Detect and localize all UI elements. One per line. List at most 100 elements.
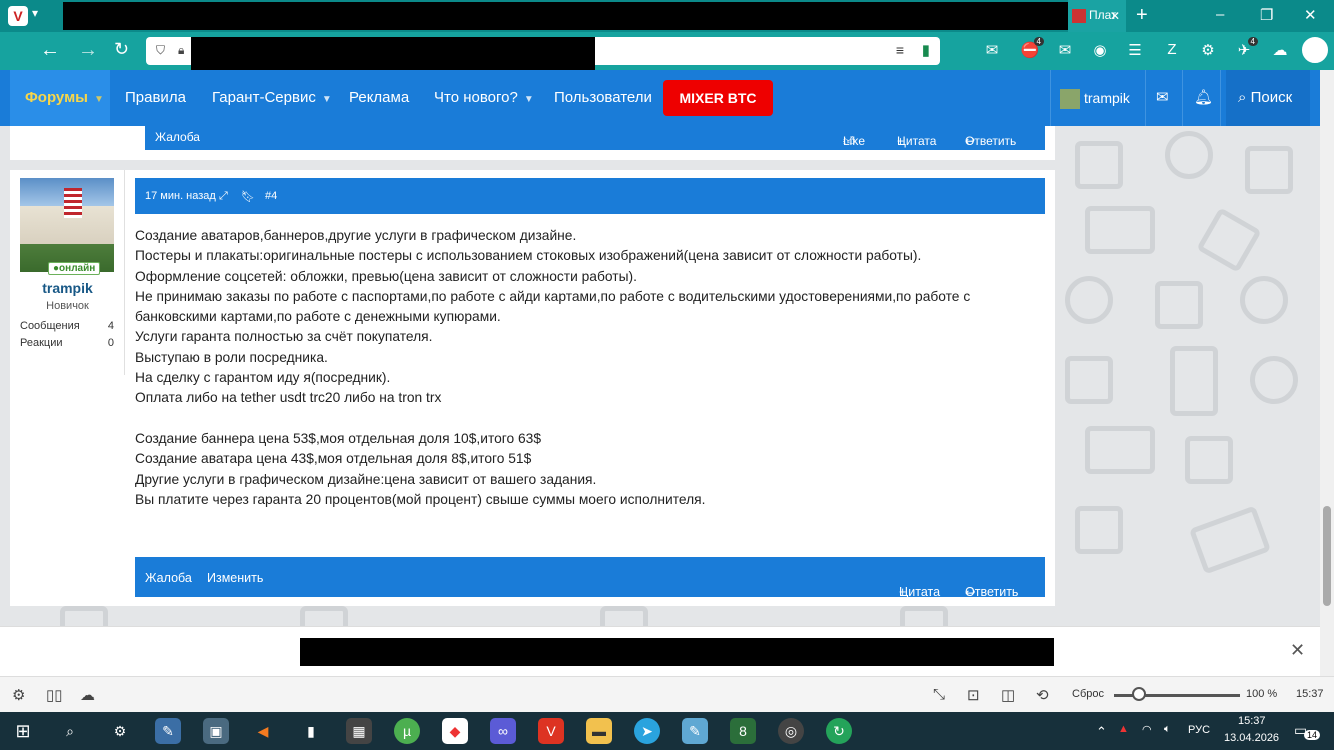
capture-icon[interactable]: ⤡	[933, 686, 945, 703]
stack-extension-icon[interactable]: ☰	[1123, 41, 1147, 59]
equalizer-app-icon[interactable]: ▮	[298, 718, 324, 744]
taskbar-time[interactable]: 15:37	[1238, 715, 1266, 727]
maximize-button[interactable]: ❐	[1260, 6, 1273, 24]
reload-icon[interactable]: ↻	[114, 39, 129, 60]
folder-app-icon[interactable]: ▬	[586, 718, 612, 744]
post-line: На сделку с гарантом иду я(посредник).	[135, 370, 391, 386]
refresh-app-icon[interactable]: ↻	[826, 718, 852, 744]
report-link[interactable]: Жалоба	[145, 571, 192, 585]
post-footer: Жалоба Изменить + Цитата ↩︎ Ответить	[135, 557, 1045, 600]
messages-label: Сообщения	[20, 320, 80, 332]
clip-extension-icon[interactable]: ⚙	[1196, 41, 1220, 59]
cloud-extension-icon[interactable]: ☁	[1268, 41, 1292, 59]
minimize-button[interactable]: –	[1216, 6, 1224, 23]
nav-users[interactable]: Пользователи	[554, 70, 652, 126]
user-menu[interactable]: trampik	[1060, 70, 1130, 126]
sync-cloud-icon[interactable]: ☁	[80, 686, 95, 704]
report-link[interactable]: Жалоба	[155, 130, 200, 144]
nav-rules[interactable]: Правила	[125, 70, 186, 126]
tab-close-icon[interactable]: ✕	[1110, 9, 1120, 23]
messages-stat: Сообщения 4	[20, 320, 114, 332]
shield-icon[interactable]: ⛉	[156, 43, 165, 58]
share-icon[interactable]: ⤢	[219, 190, 228, 203]
search-icon[interactable]: ⌕	[57, 718, 83, 744]
tiling-icon[interactable]: ◫	[1001, 686, 1015, 704]
chevron-down-icon[interactable]: ▼	[94, 94, 104, 105]
camera-icon[interactable]: ⊡	[967, 686, 980, 704]
chevron-down-icon[interactable]: ▾	[32, 6, 38, 20]
tray-app-icon[interactable]: ▲	[1118, 723, 1129, 735]
chevron-up-icon[interactable]: ⌃	[1096, 724, 1107, 740]
search-button[interactable]: ⌕ Поиск	[1226, 70, 1310, 126]
nav-forums[interactable]: Форумы ▼	[10, 70, 110, 126]
bookmark-icon[interactable]: 🔖︎	[241, 190, 255, 203]
zoom-slider-handle[interactable]	[1132, 687, 1146, 701]
vpn-app-icon[interactable]: ∞	[490, 718, 516, 744]
post-line: банковскими картами,по работе с денежным…	[135, 309, 501, 325]
reply-label: Ответить	[965, 585, 1019, 599]
blocker-extension-icon[interactable]: ⛔ 4	[1018, 37, 1044, 59]
share-extension-icon[interactable]: ◉	[1088, 41, 1112, 59]
post-author-card: ●онлайн trampik Новичок Сообщения 4 Реакц…	[10, 170, 125, 375]
reader-icon[interactable]: ≡	[896, 42, 904, 58]
nav-whats-new[interactable]: Что нового? ▼	[434, 70, 534, 126]
post-line: Вы платите через гаранта 20 процентов(мо…	[135, 491, 706, 507]
telegram-app-icon[interactable]: ➤	[634, 718, 660, 744]
taskbar-date[interactable]: 13.04.2026	[1224, 732, 1279, 744]
notes-app-icon[interactable]: ✎	[682, 718, 708, 744]
nav-ads[interactable]: Реклама	[349, 70, 409, 126]
zoom-reset[interactable]: Сброс	[1072, 688, 1104, 700]
bell-icon[interactable]: 🔔︎	[1194, 70, 1213, 126]
settings-icon[interactable]: ⚙	[12, 686, 25, 704]
forward-icon[interactable]: →	[78, 39, 98, 62]
mixer-btc-banner[interactable]: MIXER BTC	[663, 80, 773, 116]
url-field[interactable]: ⛉ 🔒︎ ≡ ▮	[146, 37, 940, 79]
post-number[interactable]: #4	[265, 190, 277, 202]
gallery-app-icon[interactable]: ◆	[442, 718, 468, 744]
nav-garant[interactable]: Гарант-Сервис ▼	[212, 70, 332, 126]
page-actions-icon[interactable]: ⟲	[1036, 686, 1049, 704]
extension-badge: 4	[1247, 37, 1258, 46]
keyboard-language[interactable]: РУС	[1188, 724, 1210, 736]
scrollbar-thumb[interactable]	[1323, 506, 1331, 606]
photos-app-icon[interactable]: ▣	[203, 718, 229, 744]
chevron-down-icon[interactable]: ▼	[322, 94, 332, 105]
post-time[interactable]: 17 мин. назад	[145, 190, 216, 202]
edit-link[interactable]: Изменить	[207, 571, 263, 585]
z-extension-icon[interactable]: Z	[1160, 41, 1184, 58]
back-icon[interactable]: ←	[40, 39, 60, 62]
search-icon: ⌕	[1238, 89, 1247, 106]
envelope-extension-icon[interactable]: ✉	[1053, 41, 1077, 59]
post-divider	[10, 160, 1055, 170]
redacted-tabs	[63, 2, 1068, 30]
forum-navbar: Форумы ▼ Правила Гарант-Сервис ▼ Реклама Ч…	[0, 70, 1334, 126]
chevron-down-icon[interactable]: ▼	[524, 94, 534, 105]
inbox-icon[interactable]: ✉	[1156, 70, 1169, 126]
gear-icon[interactable]: ⚙	[107, 718, 133, 744]
utorrent-app-icon[interactable]: µ	[394, 718, 420, 744]
page-scrollbar[interactable]	[1320, 70, 1334, 676]
reactions-count: 0	[107, 337, 114, 349]
paint-app-icon[interactable]: ✎	[155, 718, 181, 744]
close-icon[interactable]: ✕	[1290, 640, 1305, 661]
new-tab-button[interactable]: +	[1136, 4, 1148, 27]
circle-app-icon[interactable]: ◎	[778, 718, 804, 744]
profile-avatar-icon[interactable]	[1302, 37, 1328, 63]
audio-app-icon[interactable]: ◀	[250, 718, 276, 744]
mail-extension-icon[interactable]: ✉	[980, 41, 1004, 59]
author-avatar[interactable]	[20, 178, 114, 272]
close-window-button[interactable]: ✕	[1304, 6, 1317, 24]
vivaldi-logo-icon[interactable]: V	[8, 6, 28, 26]
panel-toggle-icon[interactable]: ▯▯	[46, 686, 63, 704]
wifi-icon[interactable]: ◠	[1142, 723, 1152, 736]
volume-icon[interactable]: 🔈︎	[1164, 723, 1171, 736]
calculator-app-icon[interactable]: ▦	[346, 718, 372, 744]
lock-icon[interactable]: 🔒︎	[178, 43, 184, 58]
windows-start-icon[interactable]: ⊞	[10, 718, 36, 744]
bookmark-icon[interactable]: ▮	[922, 41, 930, 59]
vivaldi-app-icon[interactable]: V	[538, 718, 564, 744]
author-name[interactable]: trampik	[10, 280, 125, 296]
green-app-icon[interactable]: 8	[730, 718, 756, 744]
status-clock: 15:37	[1296, 688, 1324, 700]
rocket-extension-icon[interactable]: ✈ 4	[1232, 37, 1258, 59]
